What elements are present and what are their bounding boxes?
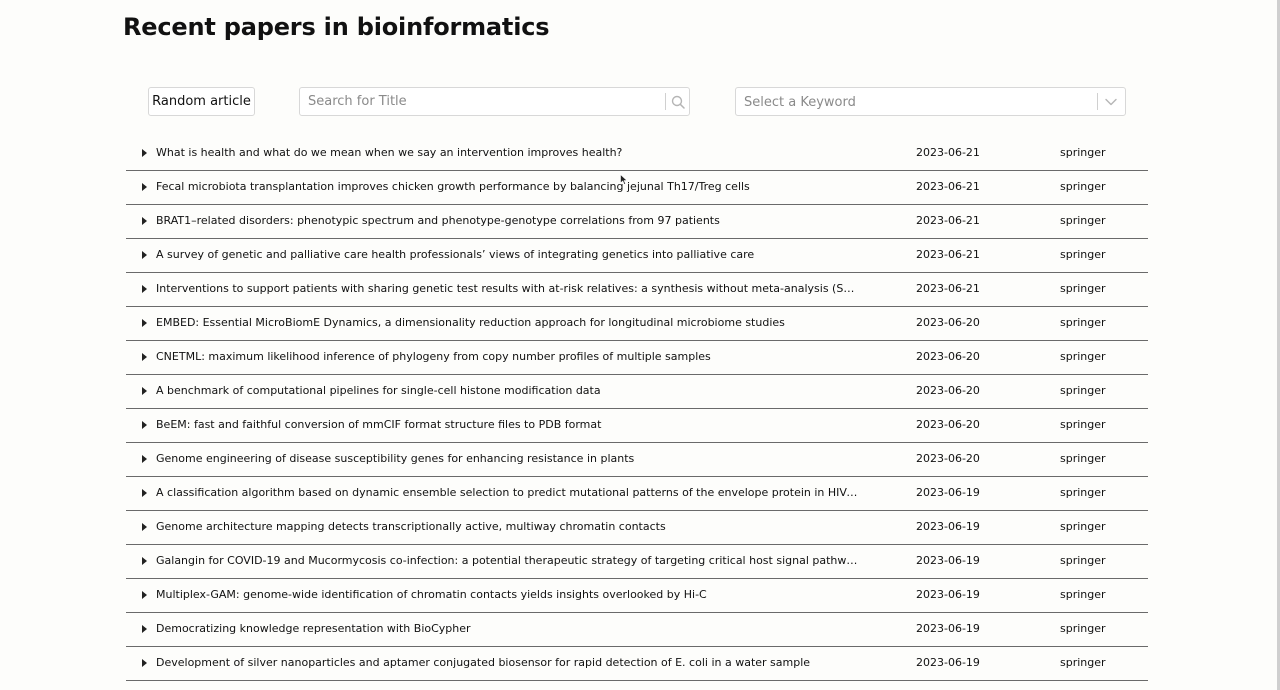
article-row[interactable]: CNETML: maximum likelihood inference of … bbox=[126, 341, 1148, 375]
article-source: springer bbox=[1060, 282, 1106, 295]
article-source: springer bbox=[1060, 350, 1106, 363]
keyword-select[interactable]: Select a Keyword bbox=[735, 87, 1126, 116]
caret-right-icon[interactable] bbox=[142, 625, 147, 633]
article-title[interactable]: A benchmark of computational pipelines f… bbox=[156, 384, 858, 397]
article-row[interactable]: Democratizing knowledge representation w… bbox=[126, 613, 1148, 647]
article-source: springer bbox=[1060, 452, 1106, 465]
article-date: 2023-06-19 bbox=[916, 520, 980, 533]
article-date: 2023-06-20 bbox=[916, 452, 980, 465]
article-row[interactable]: Genome engineering of disease susceptibi… bbox=[126, 443, 1148, 477]
article-row[interactable]: Interventions to support patients with s… bbox=[126, 273, 1148, 307]
article-title[interactable]: Genome architecture mapping detects tran… bbox=[156, 520, 858, 533]
caret-right-icon[interactable] bbox=[142, 149, 147, 157]
keyword-select-placeholder: Select a Keyword bbox=[744, 95, 856, 110]
article-date: 2023-06-21 bbox=[916, 180, 980, 193]
article-title[interactable]: BeEM: fast and faithful conversion of mm… bbox=[156, 418, 858, 431]
article-title[interactable]: Galangin for COVID-19 and Mucormycosis c… bbox=[156, 554, 858, 567]
article-date: 2023-06-19 bbox=[916, 588, 980, 601]
article-row[interactable]: What is health and what do we mean when … bbox=[126, 137, 1148, 171]
caret-right-icon[interactable] bbox=[142, 183, 147, 191]
article-source: springer bbox=[1060, 214, 1106, 227]
article-row[interactable]: Galangin for COVID-19 and Mucormycosis c… bbox=[126, 545, 1148, 579]
article-row[interactable]: A benchmark of computational pipelines f… bbox=[126, 375, 1148, 409]
article-source: springer bbox=[1060, 520, 1106, 533]
page-title: Recent papers in bioinformatics bbox=[123, 13, 550, 41]
caret-right-icon[interactable] bbox=[142, 421, 147, 429]
caret-right-icon[interactable] bbox=[142, 285, 147, 293]
caret-right-icon[interactable] bbox=[142, 557, 147, 565]
article-row[interactable]: Development of silver nanoparticles and … bbox=[126, 647, 1148, 681]
article-date: 2023-06-21 bbox=[916, 214, 980, 227]
search-divider bbox=[665, 93, 666, 110]
article-date: 2023-06-21 bbox=[916, 282, 980, 295]
article-date: 2023-06-21 bbox=[916, 146, 980, 159]
caret-right-icon[interactable] bbox=[142, 319, 147, 327]
article-source: springer bbox=[1060, 248, 1106, 261]
article-list: What is health and what do we mean when … bbox=[126, 137, 1148, 681]
caret-right-icon[interactable] bbox=[142, 251, 147, 259]
article-source: springer bbox=[1060, 656, 1106, 669]
search-icon[interactable] bbox=[671, 95, 685, 109]
article-date: 2023-06-19 bbox=[916, 486, 980, 499]
article-source: springer bbox=[1060, 316, 1106, 329]
article-source: springer bbox=[1060, 418, 1106, 431]
article-title[interactable]: Multiplex-GAM: genome-wide identificatio… bbox=[156, 588, 858, 601]
caret-right-icon[interactable] bbox=[142, 591, 147, 599]
caret-right-icon[interactable] bbox=[142, 659, 147, 667]
page: Recent papers in bioinformatics Random a… bbox=[0, 0, 1280, 690]
article-date: 2023-06-20 bbox=[916, 384, 980, 397]
article-date: 2023-06-21 bbox=[916, 248, 980, 261]
article-title[interactable]: EMBED: Essential MicroBiomE Dynamics, a … bbox=[156, 316, 858, 329]
mouse-cursor-icon bbox=[620, 174, 628, 185]
article-date: 2023-06-20 bbox=[916, 418, 980, 431]
article-source: springer bbox=[1060, 146, 1106, 159]
caret-right-icon[interactable] bbox=[142, 523, 147, 531]
article-row[interactable]: Fecal microbiota transplantation improve… bbox=[126, 171, 1148, 205]
article-row[interactable]: BRAT1–related disorders: phenotypic spec… bbox=[126, 205, 1148, 239]
article-title[interactable]: A survey of genetic and palliative care … bbox=[156, 248, 858, 261]
article-row[interactable]: A classification algorithm based on dyna… bbox=[126, 477, 1148, 511]
controls-bar: Random article Select a Keyword bbox=[148, 87, 1126, 116]
chevron-down-icon[interactable] bbox=[1105, 97, 1117, 107]
keyword-divider bbox=[1097, 93, 1098, 110]
article-date: 2023-06-20 bbox=[916, 316, 980, 329]
article-title[interactable]: BRAT1–related disorders: phenotypic spec… bbox=[156, 214, 858, 227]
caret-right-icon[interactable] bbox=[142, 217, 147, 225]
random-article-button[interactable]: Random article bbox=[148, 87, 255, 116]
article-row[interactable]: A survey of genetic and palliative care … bbox=[126, 239, 1148, 273]
article-title[interactable]: Development of silver nanoparticles and … bbox=[156, 656, 858, 669]
search-input[interactable] bbox=[301, 89, 668, 114]
article-title[interactable]: What is health and what do we mean when … bbox=[156, 146, 858, 159]
article-source: springer bbox=[1060, 384, 1106, 397]
article-title[interactable]: Genome engineering of disease susceptibi… bbox=[156, 452, 858, 465]
article-row[interactable]: Genome architecture mapping detects tran… bbox=[126, 511, 1148, 545]
article-source: springer bbox=[1060, 622, 1106, 635]
article-date: 2023-06-19 bbox=[916, 622, 980, 635]
article-source: springer bbox=[1060, 180, 1106, 193]
article-title[interactable]: CNETML: maximum likelihood inference of … bbox=[156, 350, 858, 363]
article-source: springer bbox=[1060, 588, 1106, 601]
article-date: 2023-06-19 bbox=[916, 554, 980, 567]
article-title[interactable]: A classification algorithm based on dyna… bbox=[156, 486, 858, 499]
article-title[interactable]: Fecal microbiota transplantation improve… bbox=[156, 180, 858, 193]
article-source: springer bbox=[1060, 486, 1106, 499]
caret-right-icon[interactable] bbox=[142, 455, 147, 463]
caret-right-icon[interactable] bbox=[142, 387, 147, 395]
article-row[interactable]: EMBED: Essential MicroBiomE Dynamics, a … bbox=[126, 307, 1148, 341]
article-source: springer bbox=[1060, 554, 1106, 567]
article-title[interactable]: Interventions to support patients with s… bbox=[156, 282, 858, 295]
article-date: 2023-06-20 bbox=[916, 350, 980, 363]
article-row[interactable]: BeEM: fast and faithful conversion of mm… bbox=[126, 409, 1148, 443]
article-row[interactable]: Multiplex-GAM: genome-wide identificatio… bbox=[126, 579, 1148, 613]
article-title[interactable]: Democratizing knowledge representation w… bbox=[156, 622, 858, 635]
caret-right-icon[interactable] bbox=[142, 353, 147, 361]
article-date: 2023-06-19 bbox=[916, 656, 980, 669]
search-box[interactable] bbox=[299, 87, 690, 116]
caret-right-icon[interactable] bbox=[142, 489, 147, 497]
